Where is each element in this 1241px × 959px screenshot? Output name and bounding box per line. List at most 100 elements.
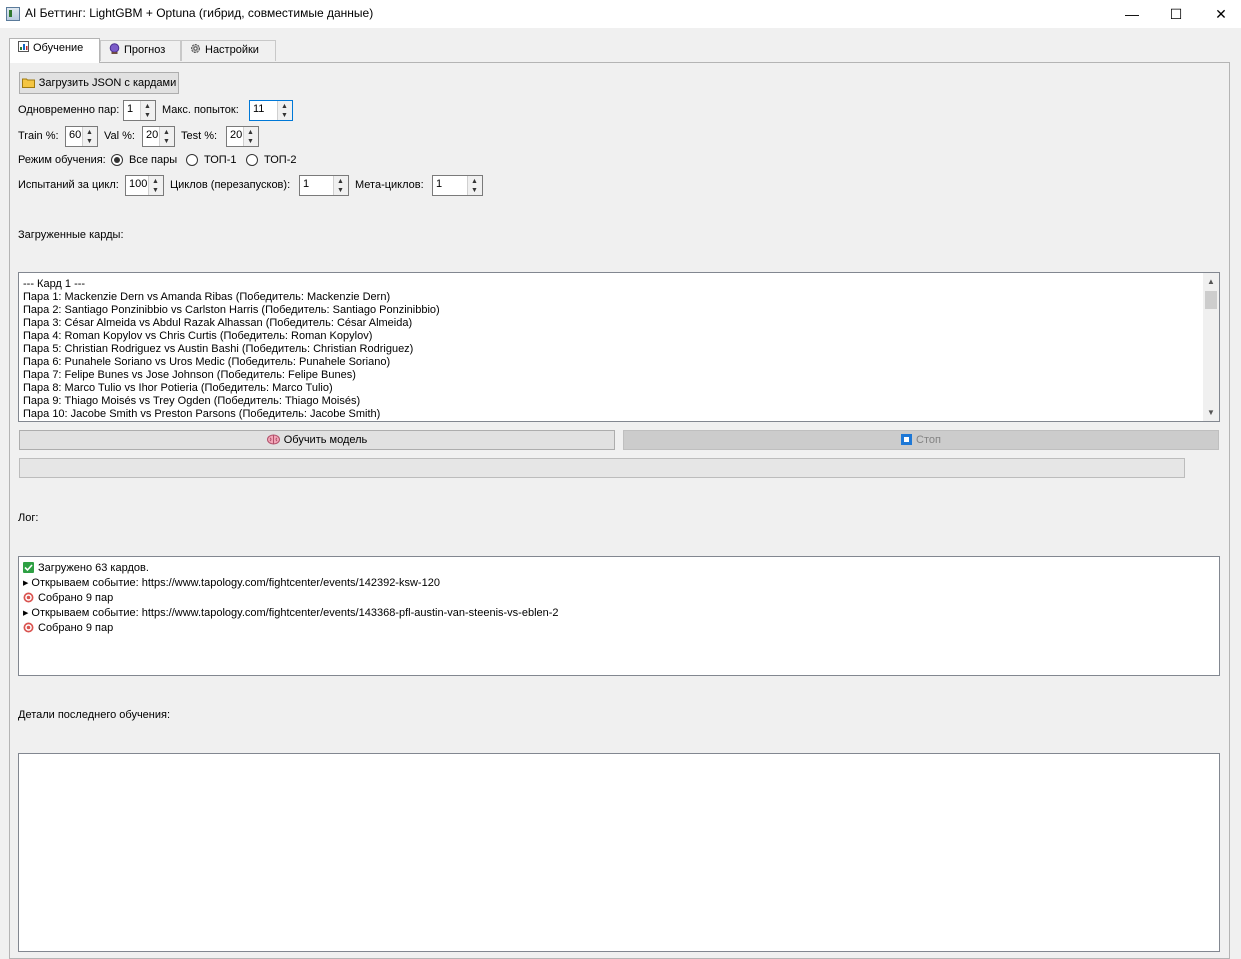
window-title: AI Беттинг: LightGBM + Optuna (гибрид, с… — [25, 6, 374, 20]
radio-top1-label[interactable]: ТОП-1 — [204, 154, 236, 166]
log-text: Собрано 9 пар — [38, 622, 114, 634]
val-pct-value: 20 — [146, 129, 159, 141]
train-pct-label: Train %: — [18, 130, 59, 142]
loaded-cards-textbox[interactable]: --- Кард 1 --- Пара 1: Mackenzie Dern vs… — [18, 272, 1220, 422]
trials-per-cycle-value: 100 — [129, 178, 148, 190]
card-line: Пара 9: Thiago Moisés vs Trey Ogden (Поб… — [23, 395, 361, 407]
train-pct-spinbox[interactable]: 60 ▲ ▼ — [65, 126, 98, 147]
spin-arrows[interactable]: ▲ ▼ — [140, 101, 155, 120]
card-line: Пара 7: Felipe Bunes vs Jose Johnson (По… — [23, 369, 356, 381]
concurrent-pairs-label: Одновременно пар: — [18, 104, 120, 116]
scrollbar-thumb[interactable] — [1205, 291, 1217, 309]
train-pct-value: 60 — [69, 129, 82, 141]
folder-icon — [21, 75, 35, 95]
concurrent-pairs-value: 1 — [127, 103, 134, 115]
cycles-spinbox[interactable]: 1 ▲ ▼ — [299, 175, 349, 196]
trials-per-cycle-spinbox[interactable]: 100 ▲ ▼ — [125, 175, 164, 196]
card-line: Пара 10: Jacobe Smith vs Preston Parsons… — [23, 408, 381, 420]
val-pct-spinbox[interactable]: 20 ▲ ▼ — [142, 126, 175, 147]
spin-arrows[interactable]: ▲ ▼ — [82, 127, 97, 146]
gear-icon — [190, 43, 201, 54]
val-pct-label: Val %: — [104, 130, 135, 142]
loaded-cards-label: Загруженные карды: — [18, 229, 124, 241]
tab-training[interactable]: Обучение — [9, 38, 100, 63]
meta-cycles-label: Мета-циклов: — [355, 179, 424, 191]
close-button[interactable]: ✕ — [1198, 0, 1241, 28]
card-line: Пара 8: Marco Tulio vs Ihor Potieria (По… — [23, 382, 333, 394]
max-attempts-spinbox[interactable]: 11 ▲ ▼ — [249, 100, 293, 121]
spin-arrows[interactable]: ▲ ▼ — [333, 176, 348, 195]
log-textbox[interactable]: Загружено 63 кардов. ▶ Открываем событие:… — [18, 556, 1220, 676]
stop-label: Стоп — [916, 434, 941, 446]
spin-arrows[interactable]: ▲ ▼ — [277, 101, 292, 120]
test-pct-label: Test %: — [181, 130, 218, 142]
brain-icon — [266, 433, 280, 451]
scroll-down-arrow[interactable]: ▼ — [1207, 408, 1215, 417]
train-model-label: Обучить модель — [283, 434, 368, 446]
scroll-up-arrow[interactable]: ▲ — [1207, 277, 1215, 286]
log-text: Открываем событие: https://www.tapology.… — [31, 607, 559, 619]
load-json-label: Загрузить JSON с кардами — [38, 77, 177, 89]
max-attempts-label: Макс. попыток: — [162, 104, 239, 116]
spin-arrows[interactable]: ▲ ▼ — [467, 176, 482, 195]
spin-arrows[interactable]: ▲ ▼ — [243, 127, 258, 146]
details-textbox[interactable] — [18, 753, 1220, 952]
training-mode-label: Режим обучения: — [18, 154, 106, 166]
trials-per-cycle-label: Испытаний за цикл: — [18, 179, 119, 191]
target-icon — [23, 592, 34, 603]
tab-forecast[interactable]: Прогноз — [100, 40, 181, 61]
stop-button[interactable]: Стоп — [623, 430, 1219, 450]
cycles-value: 1 — [303, 178, 310, 190]
title-bar: AI Беттинг: LightGBM + Optuna (гибрид, с… — [0, 0, 1241, 28]
log-line: Загружено 63 кардов. — [23, 562, 149, 574]
progress-bar — [19, 458, 1185, 478]
triangle-icon: ▶ — [23, 580, 29, 587]
meta-cycles-spinbox[interactable]: 1 ▲ ▼ — [432, 175, 483, 196]
card-line: Пара 4: Roman Kopylov vs Chris Curtis (П… — [23, 330, 373, 342]
card-line: --- Кард 1 --- — [23, 278, 86, 290]
tab-settings[interactable]: Настройки — [181, 40, 276, 61]
concurrent-pairs-spinbox[interactable]: 1 ▲ ▼ — [123, 100, 156, 121]
load-json-button[interactable]: Загрузить JSON с кардами — [19, 72, 179, 94]
meta-cycles-value: 1 — [436, 178, 443, 190]
radio-top1[interactable] — [186, 154, 198, 166]
radio-all-pairs-label[interactable]: Все пары — [129, 154, 177, 166]
card-line: Пара 5: Christian Rodriguez vs Austin Ba… — [23, 343, 414, 355]
details-label: Детали последнего обучения: — [18, 709, 171, 721]
log-line: Собрано 9 пар — [23, 622, 113, 634]
card-line: Пара 1: Mackenzie Dern vs Amanda Ribas (… — [23, 291, 391, 303]
radio-top2[interactable] — [246, 154, 258, 166]
cycles-label: Циклов (перезапусков): — [170, 179, 291, 191]
triangle-icon: ▶ — [23, 610, 29, 617]
log-text: Собрано 9 пар — [38, 592, 114, 604]
log-label: Лог: — [18, 512, 39, 524]
minimize-button[interactable]: — — [1109, 0, 1155, 28]
card-line: Пара 6: Punahele Soriano vs Uros Medic (… — [23, 356, 391, 368]
card-line: Пара 3: César Almeida vs Abdul Razak Alh… — [23, 317, 413, 329]
max-attempts-value: 11 — [253, 103, 265, 115]
bar-chart-icon — [18, 41, 29, 52]
log-text: Загружено 63 кардов. — [38, 562, 149, 574]
tab-settings-label: Настройки — [205, 44, 259, 56]
radio-top2-label[interactable]: ТОП-2 — [264, 154, 296, 166]
test-pct-spinbox[interactable]: 20 ▲ ▼ — [226, 126, 259, 147]
log-text: Открываем событие: https://www.tapology.… — [31, 577, 440, 589]
log-line: ▶ Открываем событие: https://www.tapology… — [23, 577, 440, 589]
spin-arrows[interactable]: ▲ ▼ — [148, 176, 163, 195]
radio-all-pairs[interactable] — [111, 154, 123, 166]
spin-arrows[interactable]: ▲ ▼ — [159, 127, 174, 146]
tab-forecast-label: Прогноз — [124, 44, 166, 56]
crystal-ball-icon — [109, 43, 120, 54]
tab-training-label: Обучение — [33, 42, 84, 54]
test-pct-value: 20 — [230, 129, 243, 141]
log-line: ▶ Открываем событие: https://www.tapology… — [23, 607, 559, 619]
target-icon — [23, 622, 34, 633]
log-line: Собрано 9 пар — [23, 592, 113, 604]
train-model-button[interactable]: Обучить модель — [19, 430, 615, 450]
card-line: Пара 2: Santiago Ponzinibbio vs Carlston… — [23, 304, 440, 316]
stop-icon — [901, 434, 913, 445]
app-icon — [6, 7, 20, 21]
cards-scrollbar[interactable]: ▲ ▼ — [1203, 273, 1219, 421]
check-icon — [23, 562, 34, 573]
maximize-button[interactable]: ☐ — [1153, 0, 1199, 28]
